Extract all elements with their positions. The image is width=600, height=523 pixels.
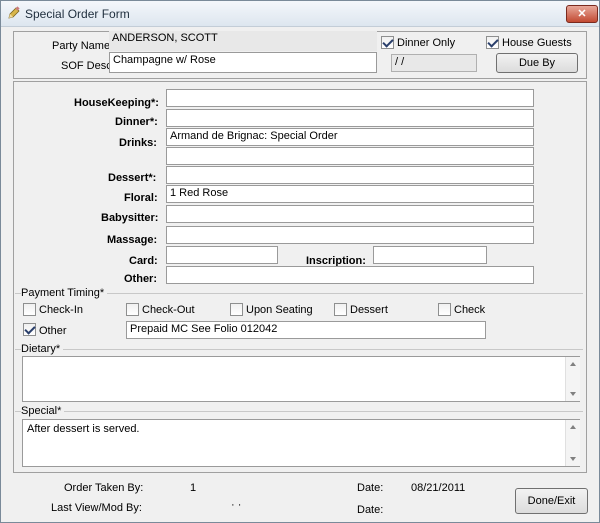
scroll-down-icon[interactable] <box>570 392 576 396</box>
scroll-up-icon[interactable] <box>570 362 576 366</box>
babysitter-field[interactable] <box>166 205 534 223</box>
dietary-textarea[interactable] <box>22 356 580 402</box>
dessert-checkbox[interactable] <box>334 303 347 316</box>
scroll-up-icon[interactable] <box>570 425 576 429</box>
close-button[interactable]: ✕ <box>566 5 598 23</box>
check-out-label: Check-Out <box>142 304 195 316</box>
drinks-field[interactable]: Armand de Brignac: Special Order <box>166 128 534 146</box>
other-timing-label: Other <box>39 325 67 337</box>
sof-desc-field[interactable]: Champagne w/ Rose <box>109 52 377 73</box>
other-label: Other: <box>124 273 157 285</box>
last-view-label: Last View/Mod By: <box>51 502 142 514</box>
special-order-window: Special Order Form ✕ Party Name: ANDERSO… <box>0 0 600 523</box>
house-guests-checkbox[interactable] <box>486 36 499 49</box>
housekeeping-label: HouseKeeping*: <box>74 97 159 109</box>
sof-desc-label: SOF Desc: <box>61 60 115 72</box>
drinks-field-line2[interactable] <box>166 147 534 165</box>
other-field[interactable] <box>166 266 534 284</box>
dietary-divider <box>15 349 583 350</box>
dinner-label: Dinner*: <box>115 116 158 128</box>
dietary-label: Dietary* <box>21 343 64 355</box>
dessert-timing-label: Dessert <box>350 304 388 316</box>
last-view-date-label: Date: <box>357 504 384 516</box>
dessert-label: Dessert*: <box>108 172 157 184</box>
upon-seating-label: Upon Seating <box>246 304 313 316</box>
babysitter-label: Babysitter: <box>101 212 159 224</box>
dietary-scrollbar[interactable] <box>565 357 580 401</box>
check-checkbox[interactable] <box>438 303 451 316</box>
other-timing-field[interactable]: Prepaid MC See Folio 012042 <box>126 321 486 339</box>
inscription-field[interactable] <box>373 246 487 264</box>
dessert-field[interactable] <box>166 166 534 184</box>
upon-seating-checkbox[interactable] <box>230 303 243 316</box>
special-label: Special* <box>21 405 65 417</box>
order-taken-by-label: Order Taken By: <box>64 482 144 494</box>
done-exit-button[interactable]: Done/Exit <box>515 488 588 514</box>
pencil-icon <box>8 6 20 19</box>
order-date-label: Date: <box>357 482 384 494</box>
card-label: Card: <box>129 255 158 267</box>
housekeeping-field[interactable] <box>166 89 534 107</box>
massage-label: Massage: <box>107 234 158 246</box>
dinner-field[interactable] <box>166 109 534 127</box>
check-label: Check <box>454 304 486 316</box>
payment-timing-label: Payment Timing* <box>21 287 108 299</box>
check-in-label: Check-In <box>39 304 84 316</box>
dinner-only-checkbox[interactable] <box>381 36 394 49</box>
floral-field[interactable]: 1 Red Rose <box>166 185 534 203</box>
last-view-value: · · <box>231 499 242 511</box>
special-scrollbar[interactable] <box>565 420 580 466</box>
drinks-label: Drinks: <box>119 137 157 149</box>
due-date-field[interactable]: / / <box>391 54 477 72</box>
house-guests-label: House Guests <box>502 37 572 49</box>
window-title: Special Order Form <box>25 7 130 21</box>
check-in-checkbox[interactable] <box>23 303 36 316</box>
massage-field[interactable] <box>166 226 534 244</box>
special-textarea[interactable]: After dessert is served. <box>22 419 580 467</box>
dinner-only-label: Dinner Only <box>397 37 456 49</box>
party-name-label: Party Name: <box>52 40 114 52</box>
order-date-value: 08/21/2011 <box>411 482 466 494</box>
order-taken-by-value: 1 <box>190 482 197 494</box>
due-by-button[interactable]: Due By <box>496 53 578 73</box>
title-bar: Special Order Form ✕ <box>1 1 599 27</box>
special-divider <box>15 411 583 412</box>
party-name-field[interactable]: ANDERSON, SCOTT <box>109 31 377 51</box>
scroll-down-icon[interactable] <box>570 457 576 461</box>
check-out-checkbox[interactable] <box>126 303 139 316</box>
other-timing-checkbox[interactable] <box>23 323 36 336</box>
card-field[interactable] <box>166 246 278 264</box>
floral-label: Floral: <box>124 192 158 204</box>
